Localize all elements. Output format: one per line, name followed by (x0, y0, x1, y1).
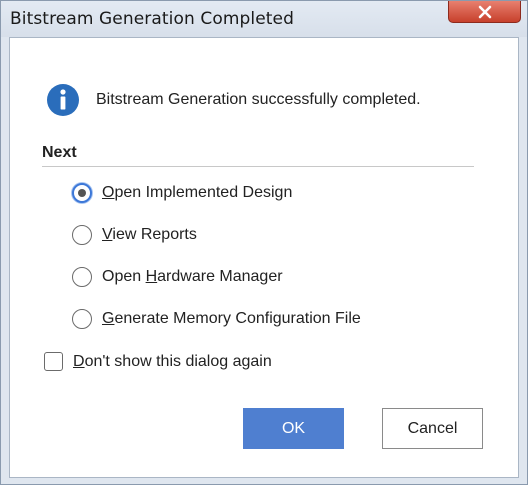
ok-button[interactable]: OK (243, 408, 344, 449)
option-label: Generate Memory Configuration File (102, 310, 361, 327)
dialog-content: Bitstream Generation successfully comple… (9, 37, 519, 478)
option-label: Open Hardware Manager (102, 268, 283, 285)
close-icon (478, 5, 492, 19)
section-divider (42, 166, 474, 167)
close-button[interactable] (448, 1, 521, 23)
option-label: Open Implemented Design (102, 184, 293, 201)
dialog-window: Bitstream Generation Completed Bitstream… (0, 0, 528, 485)
cancel-button[interactable]: Cancel (382, 408, 483, 449)
radio-generate-memory-configuration-file[interactable] (72, 309, 92, 329)
radio-view-reports[interactable] (72, 225, 92, 245)
window-title: Bitstream Generation Completed (10, 9, 294, 29)
option-label: View Reports (102, 226, 197, 243)
dont-show-again-checkbox[interactable] (44, 352, 63, 371)
completion-message: Bitstream Generation successfully comple… (96, 91, 421, 108)
title-bar[interactable]: Bitstream Generation Completed (1, 1, 527, 37)
dont-show-again-label: Don't show this dialog again (73, 353, 272, 370)
info-icon (47, 84, 79, 116)
next-heading: Next (42, 144, 77, 161)
radio-open-hardware-manager[interactable] (72, 267, 92, 287)
radio-open-implemented-design[interactable] (72, 183, 92, 203)
